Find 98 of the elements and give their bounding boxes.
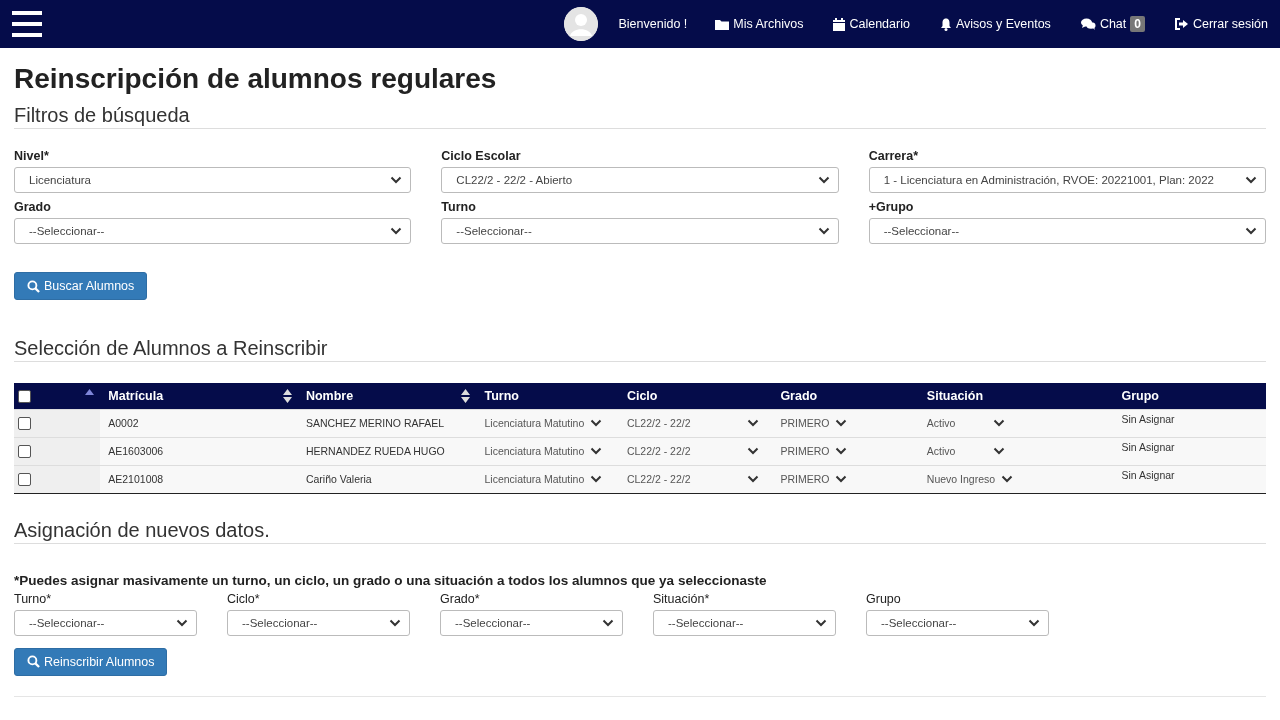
sort-ascending-icon[interactable] — [85, 389, 95, 395]
chevron-down-icon — [746, 419, 759, 427]
chevron-down-icon — [389, 618, 401, 627]
chevron-down-icon — [1001, 475, 1014, 483]
field-label: Grado — [14, 200, 52, 215]
field-label: Carrera* — [868, 149, 919, 164]
select-field[interactable]: Licenciatura — [14, 167, 412, 193]
column-header[interactable]: Nombre — [297, 383, 477, 409]
select-field[interactable]: --Seleccionar-- — [441, 218, 839, 244]
column-header[interactable] — [14, 383, 101, 409]
welcome-text: Bienvenido ! — [618, 17, 688, 31]
action-button[interactable]: Reinscribir Alumnos — [14, 647, 168, 676]
nav-link[interactable]: Avisos y Eventos — [939, 17, 1051, 31]
nav-link[interactable]: Cerrar sesión — [1174, 17, 1268, 31]
field-label: Ciclo Escolar — [441, 149, 522, 164]
select-field[interactable]: --Seleccionar-- — [440, 609, 623, 636]
nav-link[interactable]: Mis Archivos — [715, 17, 804, 31]
chevron-down-icon — [815, 618, 827, 627]
chevron-down-icon — [992, 447, 1005, 455]
nav-link[interactable]: Chat — [1080, 17, 1127, 31]
field-label: Grupo — [866, 591, 902, 607]
chevron-down-icon — [390, 227, 403, 235]
dropdown[interactable]: Activo — [926, 445, 1005, 457]
avatar-icon[interactable] — [564, 7, 599, 41]
sign-out-icon — [1174, 18, 1189, 30]
field-label: Situación* — [653, 591, 711, 607]
sort-icon[interactable] — [461, 389, 471, 403]
column-header[interactable]: Matrícula — [100, 383, 298, 409]
table-cell: A0002 — [108, 417, 139, 429]
checkbox[interactable] — [18, 389, 31, 403]
folder-icon — [715, 18, 730, 30]
nav-link[interactable]: Calendario — [833, 17, 910, 31]
chevron-down-icon — [746, 447, 759, 455]
checkbox[interactable] — [18, 444, 31, 458]
chevron-down-icon — [1245, 227, 1257, 235]
select-field[interactable]: --Seleccionar-- — [868, 218, 1266, 244]
field-label: +Grupo — [868, 200, 915, 215]
dropdown[interactable]: Nuevo Ingreso — [926, 473, 1014, 485]
select-field[interactable]: --Seleccionar-- — [14, 609, 197, 636]
count-badge: 0 — [1130, 16, 1145, 32]
sort-icon[interactable] — [282, 389, 292, 403]
table-cell: Sin Asignar — [1121, 440, 1175, 453]
section-heading: Filtros de búsqueda — [14, 104, 191, 127]
column-header[interactable]: Grado — [772, 383, 919, 409]
chevron-down-icon — [590, 419, 603, 427]
field-label: Nivel* — [14, 149, 50, 164]
field-label: Turno — [441, 200, 477, 215]
checkbox[interactable] — [18, 472, 31, 486]
select-field[interactable]: 1 - Licenciatura en Administración, RVOE: 20221001, Plan: 2022 — [868, 167, 1266, 193]
field-label: Grado* — [440, 591, 481, 607]
select-field[interactable]: --Seleccionar-- — [227, 609, 410, 636]
bell-icon — [939, 17, 952, 31]
chevron-down-icon — [1028, 618, 1040, 627]
instruction-text: *Puedes asignar masivamente un turno, un ciclo, un grado o una situación a todos los alumnos que ya seleccionaste — [14, 572, 768, 588]
calendar-icon — [833, 17, 846, 31]
chevron-down-icon — [590, 475, 603, 483]
chevron-down-icon — [992, 419, 1005, 427]
dropdown[interactable]: PRIMERO — [780, 445, 848, 457]
column-header[interactable]: Situación — [918, 383, 1114, 409]
chevron-down-icon — [835, 447, 848, 455]
checkbox[interactable] — [18, 416, 31, 430]
column-header[interactable]: Turno — [476, 383, 619, 409]
table-cell: Sin Asignar — [1121, 468, 1175, 481]
table-cell: Cariño Valeria — [305, 473, 372, 485]
chevron-down-icon — [817, 227, 830, 235]
table-cell: AE2101008 — [108, 473, 164, 485]
table-cell: SANCHEZ MERINO RAFAEL — [305, 417, 445, 429]
chevron-down-icon — [590, 447, 603, 455]
table-cell: Sin Asignar — [1121, 412, 1175, 425]
section-heading: Selección de Alumnos a Reinscribir — [14, 337, 329, 360]
chevron-down-icon — [390, 176, 403, 184]
select-field[interactable]: --Seleccionar-- — [653, 609, 836, 636]
select-field[interactable]: --Seleccionar-- — [866, 609, 1049, 636]
dropdown[interactable]: Activo — [926, 417, 1005, 429]
table-cell: AE1603006 — [108, 445, 164, 457]
chevron-down-icon — [835, 475, 848, 483]
chevron-down-icon — [817, 176, 830, 184]
search-icon — [27, 655, 40, 668]
column-header[interactable]: Ciclo — [618, 383, 773, 409]
field-label: Ciclo* — [227, 591, 261, 607]
chevron-down-icon — [746, 475, 759, 483]
field-label: Turno* — [14, 591, 53, 607]
menu-icon[interactable] — [12, 11, 42, 37]
chevron-down-icon — [835, 419, 848, 427]
search-icon — [27, 279, 40, 293]
chevron-down-icon — [602, 618, 614, 627]
select-field[interactable]: --Seleccionar-- — [14, 218, 412, 244]
chevron-down-icon — [1245, 176, 1257, 184]
select-field[interactable]: CL22/2 - 22/2 - Abierto — [441, 167, 839, 193]
section-heading: Asignación de nuevos datos. — [14, 518, 271, 542]
action-button[interactable]: Buscar Alumnos — [14, 272, 148, 300]
dropdown[interactable]: PRIMERO — [780, 417, 848, 429]
chat-bubbles-icon — [1080, 18, 1096, 30]
table-cell: HERNANDEZ RUEDA HUGO — [305, 445, 445, 457]
column-header[interactable]: Grupo — [1113, 383, 1266, 409]
chevron-down-icon — [176, 618, 188, 627]
dropdown[interactable]: PRIMERO — [780, 473, 848, 485]
page-title: Reinscripción de alumnos regulares — [14, 62, 498, 96]
